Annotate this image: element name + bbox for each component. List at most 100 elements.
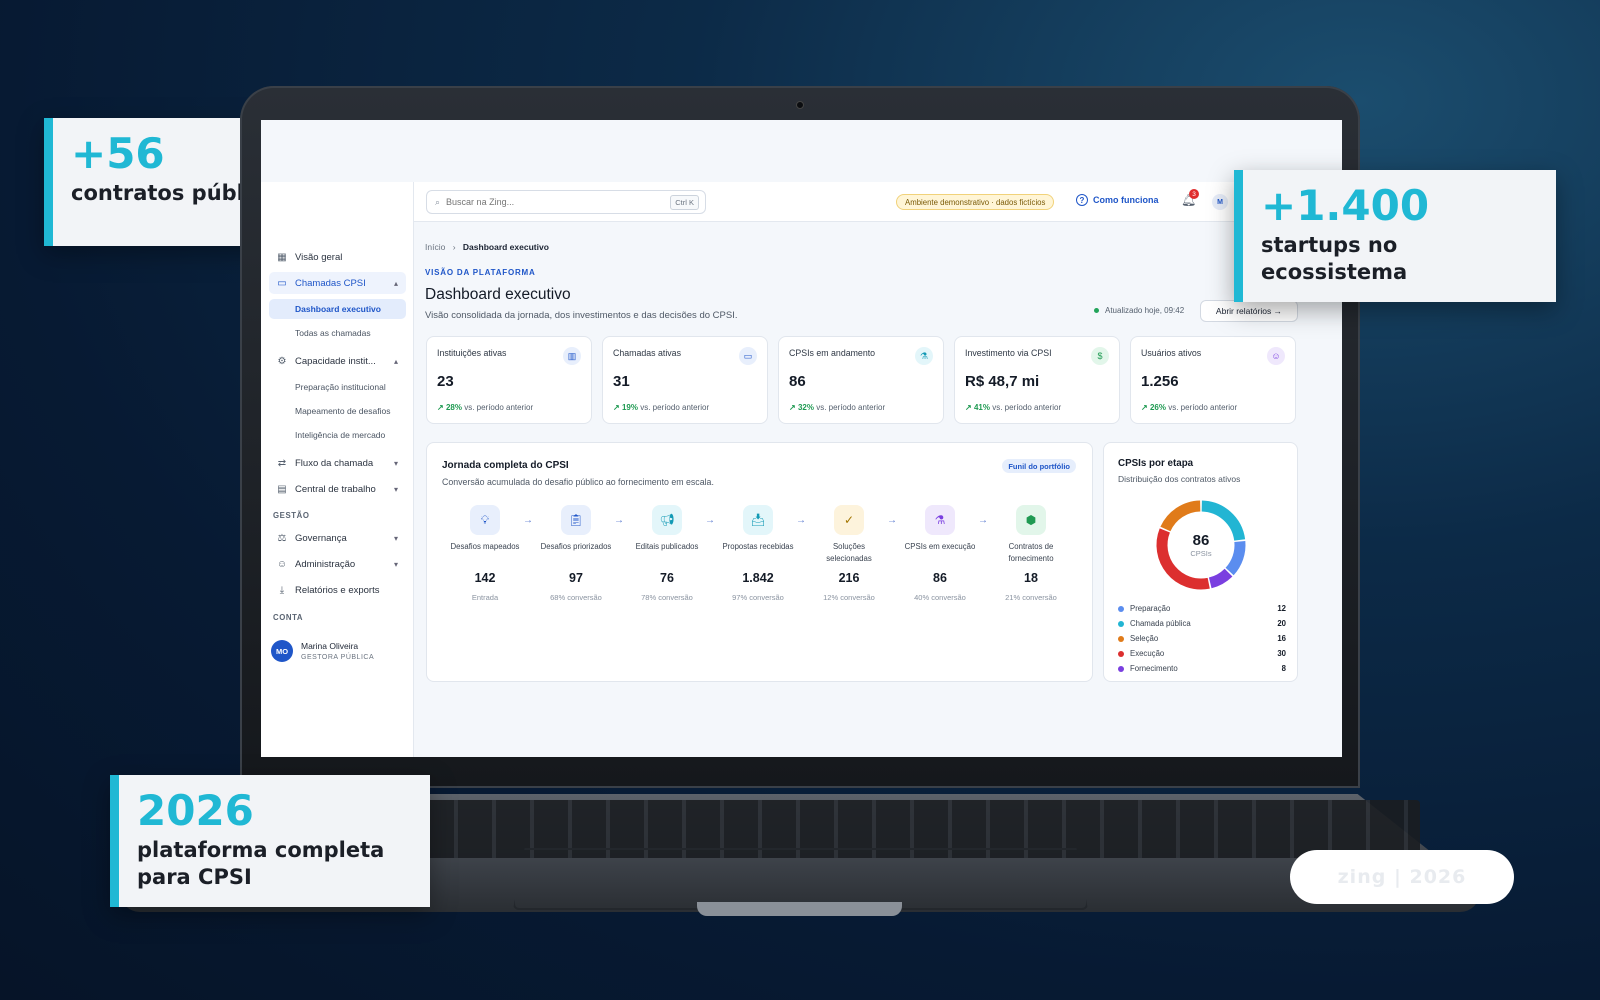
sidebar-item-capacidade[interactable]: ⚙ Capacidade instit... ▴ (269, 350, 406, 372)
search-input[interactable] (446, 197, 667, 207)
trackpad (513, 848, 1088, 910)
legend-dot-icon (1118, 665, 1124, 672)
calendar-icon: ▤ (277, 483, 287, 495)
open-reports-button[interactable]: Abrir relatórios → (1200, 300, 1298, 322)
legend-dot-icon (1118, 620, 1124, 627)
page-title: Dashboard executivo (425, 286, 571, 303)
callout-year-label-2: para CPSI (137, 865, 252, 890)
status-dot-icon (1094, 308, 1099, 313)
legend-dot-icon (1118, 635, 1124, 642)
user-name: Marina Oliveira (301, 641, 359, 651)
stage-caption: 40% conversão (914, 593, 966, 602)
lightbulb-icon: 💡︎ (470, 505, 500, 535)
kpi-delta: ↗ 26% vs. período anterior (1141, 403, 1237, 412)
sliders-icon: ⚙ (277, 355, 287, 367)
sidebar: ▦ Visão geral ▭ Chamadas CPSI ▴ Dashboar… (261, 182, 414, 757)
kpi-label: Investimento via CPSI (965, 348, 1052, 358)
kpi-value: R$ 48,7 mi (965, 373, 1040, 390)
sidebar-item-label: Relatórios e exports (295, 584, 380, 596)
dollar-icon: $ (1091, 347, 1109, 365)
kpi-delta-value: 32% (797, 403, 814, 412)
callout-startups-label-2: ecossistema (1261, 260, 1408, 285)
kpi-card-usuarios[interactable]: Usuários ativos ☺ 1.256 ↗ 26% vs. períod… (1130, 336, 1296, 424)
funnel-badge[interactable]: Funil do portfólio (1002, 459, 1076, 473)
journey-title: Jornada completa do CPSI (442, 460, 569, 471)
users-icon: ☺ (276, 558, 288, 570)
bell-icon[interactable]: 🔔︎ 3 (1181, 189, 1199, 207)
kpi-card-investimento[interactable]: Investimento via CPSI $ R$ 48,7 mi ↗ 41%… (954, 336, 1120, 424)
sidebar-item-label: Administração (295, 558, 356, 570)
stage-propostas-recebidas[interactable]: 📥︎ Propostas recebidas 1.842 97% convers… (712, 505, 804, 602)
sidebar-item-visao-geral[interactable]: ▦ Visão geral (269, 246, 406, 268)
breadcrumb-home[interactable]: Início (425, 242, 445, 252)
kpi-card-chamadas[interactable]: Chamadas ativas ▭ 31 ↗ 19% vs. período a… (602, 336, 768, 424)
stage-value: 1.842 (742, 571, 774, 585)
stage-solucoes-selecionadas[interactable]: ✓ Soluções selecionadas 216 12% conversã… (803, 505, 895, 602)
chevron-right-icon: › (452, 242, 456, 252)
sidebar-item-administracao[interactable]: ☺ Administração ▾ (269, 553, 406, 575)
kpi-delta-text: vs. período anterior (1168, 403, 1238, 412)
stage-name: Desafios priorizados (540, 542, 612, 551)
donut-card: CPSIs por etapa Distribuição dos contrat… (1103, 442, 1298, 682)
kpi-delta-value: 28% (445, 403, 462, 412)
stage-caption: 21% conversão (1005, 593, 1057, 602)
callout-year-label-1: plataforma completa (137, 838, 385, 863)
stage-caption: 78% conversão (641, 593, 693, 602)
stage-contratos-fornecimento[interactable]: ⬢ Contratos de fornecimento 18 21% conve… (985, 505, 1077, 602)
stage-name: Contratos de fornecimento (1008, 542, 1054, 564)
donut-slice-preparação[interactable] (1225, 541, 1246, 576)
search-box[interactable]: ⌕ Ctrl K (426, 190, 706, 214)
breadcrumb: Início › Dashboard executivo (425, 242, 549, 252)
stage-desafios-mapeados[interactable]: 💡︎ Desafios mapeados 142 Entrada (439, 505, 531, 602)
stage-name: Propostas recebidas (722, 542, 794, 551)
how-it-works-link[interactable]: ? Como funciona (1076, 194, 1159, 206)
trend-up-icon: ↗ (613, 403, 622, 412)
kpi-card-cpsis[interactable]: CPSIs em andamento ⚗ 86 ↗ 32% vs. períod… (778, 336, 944, 424)
flask-icon: ⚗ (915, 347, 933, 365)
sidebar-item-fluxo[interactable]: ⇄ Fluxo da chamada ▾ (269, 452, 406, 474)
donut-slice-seleção[interactable] (1160, 500, 1201, 532)
kpi-delta-value: 19% (621, 403, 638, 412)
help-icon: ? (1076, 194, 1088, 206)
laptop-notch (697, 902, 902, 916)
kpi-value: 31 (613, 373, 630, 390)
main-content: Início › Dashboard executivo VISÃO DA PL… (414, 222, 1342, 757)
legend-item: Seleção 16 (1118, 631, 1286, 646)
kpi-delta-value: 41% (973, 403, 990, 412)
stage-caption: 97% conversão (732, 593, 784, 602)
stage-cpsis-execucao[interactable]: ⚗ CPSIs em execução 86 40% conversão (894, 505, 986, 602)
kpi-value: 23 (437, 373, 454, 390)
kpi-card-instituicoes[interactable]: Instituições ativas ▥ 23 ↗ 28% vs. perío… (426, 336, 592, 424)
sidebar-item-central[interactable]: ▤ Central de trabalho ▾ (269, 478, 406, 500)
sidebar-item-governanca[interactable]: ⚖ Governança ▾ (269, 527, 406, 549)
sidebar-item-label: Capacidade instit... (295, 355, 376, 367)
sidebar-item-todas-chamadas[interactable]: Todas as chamadas (269, 323, 406, 343)
sidebar-item-chamadas-cpsi[interactable]: ▭ Chamadas CPSI ▴ (269, 272, 406, 294)
kpi-value: 1.256 (1141, 373, 1179, 390)
legend-dot-icon (1118, 650, 1124, 657)
stage-value: 142 (474, 571, 496, 585)
sidebar-item-dashboard-executivo[interactable]: Dashboard executivo (269, 299, 406, 319)
stage-desafios-priorizados[interactable]: 📋︎ Desafios priorizados 97 68% conversão (530, 505, 622, 602)
flow-icon: ⇄ (277, 457, 287, 469)
donut-subtitle: Distribuição dos contratos ativos (1118, 474, 1241, 484)
stage-name: Soluções selecionadas (826, 542, 872, 564)
journey-card: Jornada completa do CPSI Conversão acumu… (426, 442, 1093, 682)
sidebar-item-preparacao[interactable]: Preparação institucional (269, 377, 406, 397)
callout-startups: +1.400 startups no ecossistema (1234, 170, 1556, 302)
chevron-down-icon: ▾ (393, 559, 398, 569)
legend-label: Execução (1130, 649, 1165, 658)
top-bar: ⌕ Ctrl K Ambiente demonstrativo · dados … (414, 182, 1342, 222)
callout-startups-label-1: startups no (1261, 233, 1398, 258)
user-profile[interactable]: MO Marina Oliveira GESTORA PÚBLICA (271, 640, 374, 662)
sidebar-item-label: Fluxo da chamada (295, 457, 374, 469)
kpi-label: Chamadas ativas (613, 348, 681, 358)
stage-editais-publicados[interactable]: 📢︎ Editais publicados 76 78% conversão (621, 505, 713, 602)
donut-slice-fornecimento[interactable] (1208, 568, 1233, 589)
sidebar-item-relatorios[interactable]: ⤓ Relatórios e exports (269, 579, 406, 601)
kpi-delta: ↗ 41% vs. período anterior (965, 403, 1061, 412)
section-heading-conta: CONTA (273, 613, 304, 622)
sidebar-item-mapeamento[interactable]: Mapeamento de desafios (269, 401, 406, 421)
avatar[interactable]: M (1212, 194, 1228, 210)
sidebar-item-inteligencia[interactable]: Inteligência de mercado (269, 425, 406, 445)
